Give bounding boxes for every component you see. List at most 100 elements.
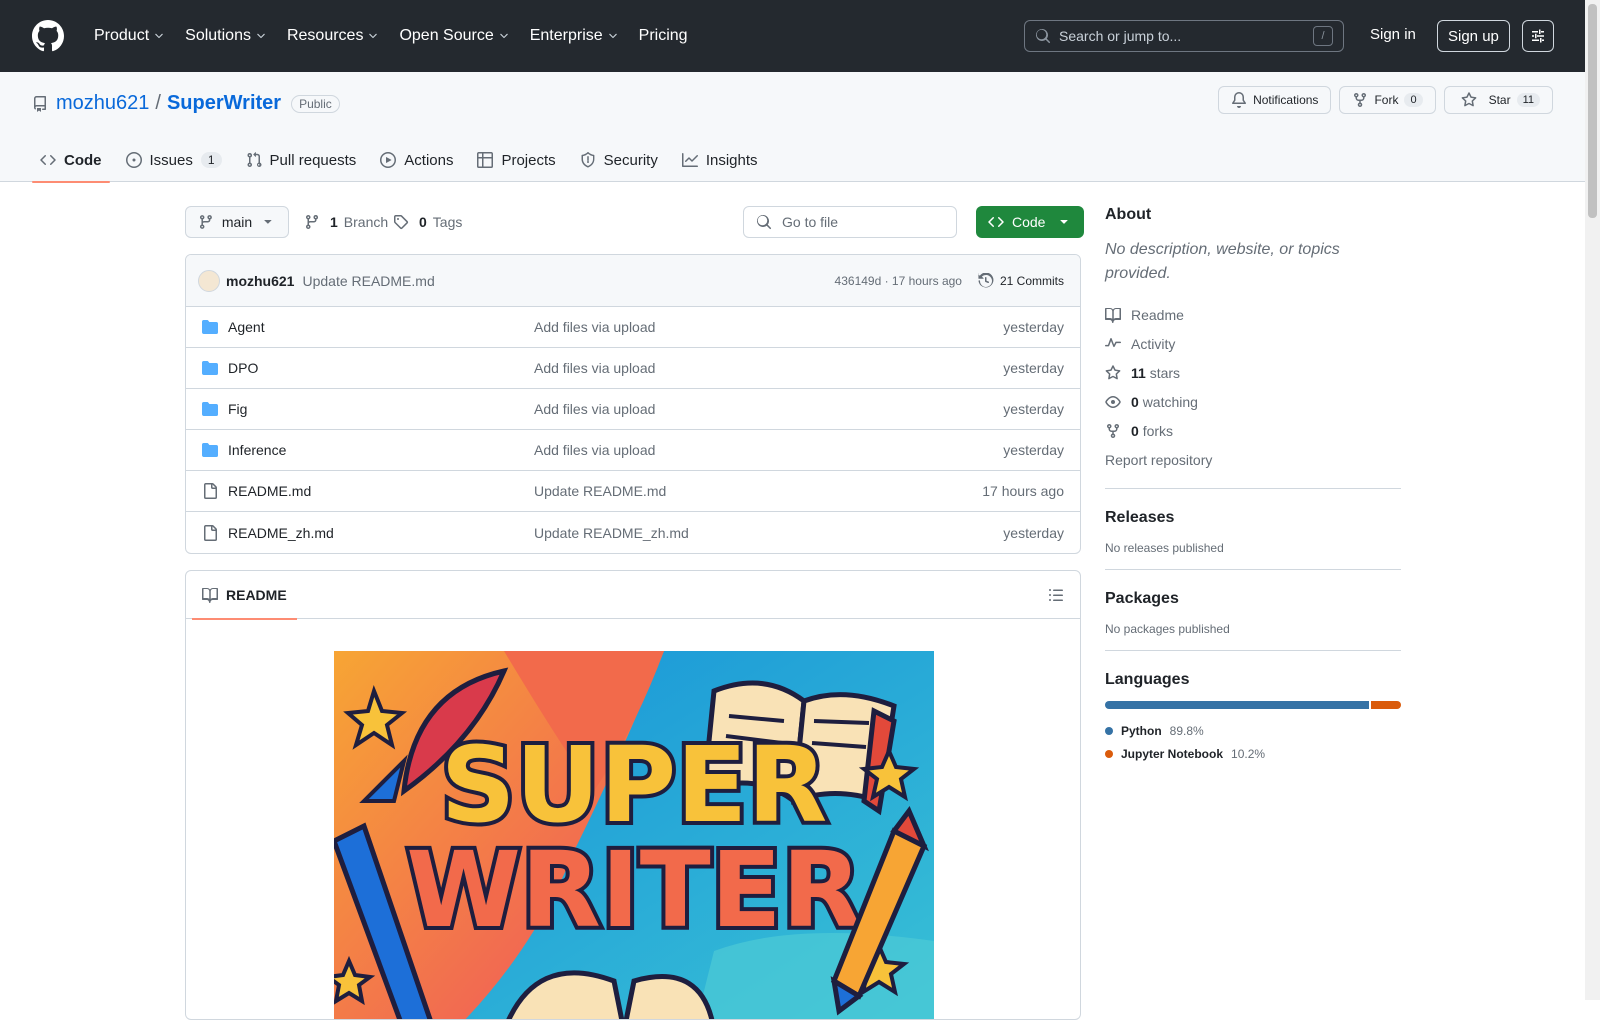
fork-icon <box>1107 423 1119 438</box>
file-commit-message[interactable]: Add files via upload <box>534 401 1003 417</box>
branch-toolbar: main 1 Branch 0 Tags Go to file Code <box>185 206 1084 238</box>
branch-icon <box>199 215 212 229</box>
sign-in-link[interactable]: Sign in <box>1370 26 1416 43</box>
file-name-cell[interactable]: Inference <box>202 442 534 458</box>
table-row: README.md Update README.md 17 hours ago <box>186 471 1080 512</box>
stars-link[interactable]: 11 stars <box>1105 358 1401 387</box>
branch-selector[interactable]: main <box>185 206 289 238</box>
file-commit-message[interactable]: Add files via upload <box>534 442 1003 458</box>
language-color-dot <box>1105 749 1113 758</box>
tab-count: 1 <box>200 152 222 168</box>
file-commit-date: yesterday <box>1003 524 1064 541</box>
commit-author-link[interactable]: mozhu621 <box>226 273 294 289</box>
nav-item-resources[interactable]: Resources <box>279 19 387 53</box>
nav-item-open-source[interactable]: Open Source <box>391 19 517 53</box>
readme-tab[interactable]: README <box>192 571 297 620</box>
tab-actions[interactable]: Actions <box>372 138 461 182</box>
tab-label: Security <box>603 151 658 169</box>
search-placeholder: Search or jump to... <box>1059 28 1182 44</box>
commit-message-link[interactable]: Update README.md <box>302 273 434 289</box>
file-commit-date: yesterday <box>1003 360 1064 376</box>
packages-heading[interactable]: Packages <box>1105 590 1401 608</box>
language-list: Python 89.8% Jupyter Notebook 10.2% <box>1105 719 1401 765</box>
repo-sidebar: About No description, website, or topics… <box>1105 206 1401 765</box>
tab-issues[interactable]: Issues 1 <box>118 138 230 182</box>
tab-code[interactable]: Code <box>32 138 110 183</box>
page-scrollbar[interactable] <box>1585 0 1600 1000</box>
commit-sha-time[interactable]: 436149d · 17 hours ago <box>835 274 962 288</box>
star-icon <box>1461 92 1476 107</box>
code-button-label: Code <box>1012 214 1046 230</box>
nav-item-enterprise[interactable]: Enterprise <box>522 19 627 53</box>
star-count: 11 <box>1516 93 1540 107</box>
stars-count: 11 <box>1131 364 1146 381</box>
forks-link[interactable]: 0 forks <box>1105 416 1401 445</box>
tab-security[interactable]: Security <box>572 138 666 182</box>
github-logo-icon[interactable] <box>32 20 64 52</box>
folder-icon <box>202 320 218 334</box>
avatar[interactable] <box>198 269 220 292</box>
file-commit-message[interactable]: Add files via upload <box>534 360 1003 376</box>
file-name-cell[interactable]: DPO <box>202 360 534 376</box>
tab-projects[interactable]: Projects <box>469 138 563 182</box>
file-name-cell[interactable]: Agent <box>202 319 534 335</box>
visibility-badge: Public <box>291 94 340 113</box>
commit-meta: 436149d · 17 hours ago 21 Commits <box>835 272 1064 289</box>
tags-link[interactable]: 0 Tags <box>393 214 462 230</box>
file-commit-message[interactable]: Update README.md <box>534 483 982 499</box>
tab-insights[interactable]: Insights <box>674 138 766 182</box>
file-commit-message[interactable]: Add files via upload <box>534 319 1003 335</box>
fork-button[interactable]: Fork 0 <box>1339 86 1436 114</box>
file-commit-message[interactable]: Update README_zh.md <box>534 525 1003 541</box>
fork-label: Fork <box>1374 93 1399 107</box>
caret-down-icon <box>264 220 272 224</box>
language-item[interactable]: Jupyter Notebook 10.2% <box>1105 742 1401 765</box>
nav-item-label: Enterprise <box>529 27 603 44</box>
file-name-cell[interactable]: Fig <box>202 401 534 417</box>
repo-owner-link[interactable]: mozhu621 <box>56 92 149 115</box>
menu-button[interactable] <box>1522 20 1554 52</box>
report-repository-link[interactable]: Report repository <box>1105 445 1401 474</box>
table-icon <box>477 152 494 168</box>
language-bar-segment <box>1105 701 1370 709</box>
folder-icon <box>202 443 218 457</box>
tab-pull-requests[interactable]: Pull requests <box>238 138 365 182</box>
history-icon <box>978 272 994 287</box>
readme-banner-image: SUPER WRITER <box>334 651 934 1019</box>
watching-label: watching <box>1142 393 1198 410</box>
nav-item-label: Solutions <box>185 27 251 44</box>
branch-name: main <box>221 214 253 230</box>
branches-link[interactable]: 1 Branch <box>304 214 388 230</box>
language-percent: 10.2% <box>1231 746 1266 761</box>
search-shortcut-key: / <box>1313 26 1333 46</box>
activity-link[interactable]: Activity <box>1105 329 1401 358</box>
packages-section: Packages No packages published <box>1105 569 1401 636</box>
file-icon <box>204 524 217 541</box>
go-to-file-input[interactable]: Go to file <box>743 206 957 238</box>
readme-link[interactable]: Readme <box>1105 300 1401 329</box>
play-icon <box>380 152 397 168</box>
bell-icon <box>1232 92 1247 108</box>
sign-up-button[interactable]: Sign up <box>1437 20 1510 52</box>
about-description: No description, website, or topics provi… <box>1105 241 1340 282</box>
code-dropdown-button[interactable]: Code <box>976 206 1084 238</box>
file-name-cell[interactable]: README.md <box>202 483 534 499</box>
scrollbar-thumb[interactable] <box>1588 4 1597 218</box>
repo-name-link[interactable]: SuperWriter <box>167 92 281 115</box>
nav-item-product[interactable]: Product <box>86 19 173 53</box>
file-name: DPO <box>228 360 259 376</box>
notifications-button[interactable]: Notifications <box>1218 86 1332 114</box>
file-name-cell[interactable]: README_zh.md <box>202 524 534 541</box>
commits-history-link[interactable]: 21 Commits <box>978 272 1064 289</box>
repo-header: mozhu621 / SuperWriter Public Notificati… <box>0 72 1585 183</box>
code-icon <box>40 155 56 165</box>
global-search-input[interactable]: Search or jump to... / <box>1024 20 1344 52</box>
list-unordered-icon[interactable] <box>1048 587 1064 603</box>
nav-item-solutions[interactable]: Solutions <box>177 19 275 53</box>
language-item[interactable]: Python 89.8% <box>1105 719 1401 742</box>
file-name: Inference <box>228 442 287 458</box>
watching-link[interactable]: 0 watching <box>1105 387 1401 416</box>
star-button[interactable]: Star 11 <box>1443 86 1553 114</box>
nav-item-pricing[interactable]: Pricing <box>631 19 696 53</box>
releases-heading[interactable]: Releases <box>1105 509 1401 527</box>
